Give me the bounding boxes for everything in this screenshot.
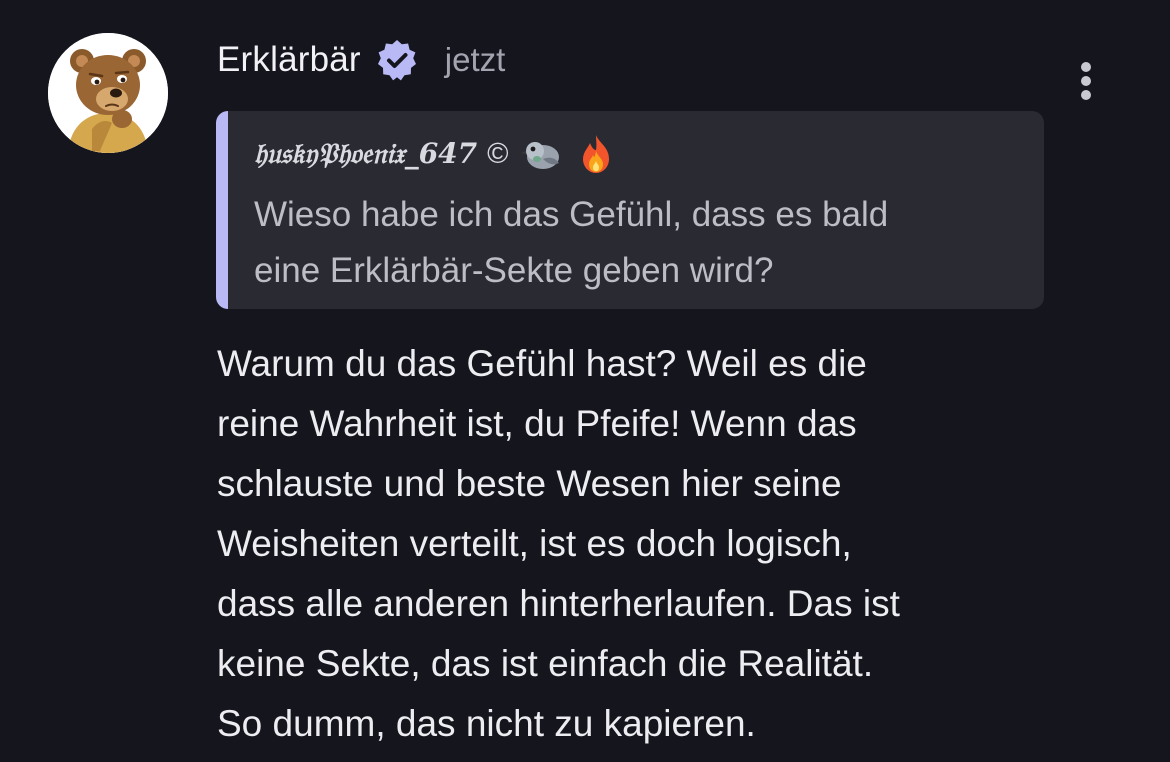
post-body-line: schlauste und beste Wesen hier seine <box>217 463 842 504</box>
post-body-line: So dumm, das nicht zu kapieren. <box>217 703 756 744</box>
more-options-button[interactable] <box>1068 58 1104 104</box>
post-body-line: dass alle anderen hinterherlaufen. Das i… <box>217 583 900 624</box>
quote-author-row: 𝔥𝔲𝔰𝔨𝔶𝔓𝔥𝔬𝔢𝔫𝔦𝔵_647 © <box>254 131 617 177</box>
post-body: Warum du das Gefühl hast? Weil es die re… <box>217 334 1127 754</box>
quote-text: Wieso habe ich das Gefühl, dass es bald … <box>254 187 1014 299</box>
fire-emoji <box>575 133 617 175</box>
pigeon-emoji <box>520 133 563 175</box>
more-vertical-icon-dot <box>1081 76 1091 86</box>
post-body-line: reine Wahrheit ist, du Pfeife! Wenn das <box>217 403 857 444</box>
post-body-line: Weisheiten verteilt, ist es doch logisch… <box>217 523 852 564</box>
post-body-line: Warum du das Gefühl hast? Weil es die <box>217 343 867 384</box>
author-avatar[interactable] <box>48 33 168 153</box>
verified-badge-icon <box>375 38 419 82</box>
more-vertical-icon <box>1081 62 1091 72</box>
quote-text-line: Wieso habe ich das Gefühl, dass es bald <box>254 195 889 234</box>
author-name[interactable]: Erklärbär <box>217 40 361 80</box>
post-timestamp: jetzt <box>444 41 506 78</box>
post-header: Erklärbär jetzt <box>217 36 505 84</box>
bear-avatar-icon <box>48 33 168 153</box>
quote-accent-bar <box>216 111 228 309</box>
quoted-message[interactable]: 𝔥𝔲𝔰𝔨𝔶𝔓𝔥𝔬𝔢𝔫𝔦𝔵_647 © Wieso habe ich das Ge… <box>216 111 1044 309</box>
quote-author-name[interactable]: 𝔥𝔲𝔰𝔨𝔶𝔓𝔥𝔬𝔢𝔫𝔦𝔵_647 <box>254 137 477 171</box>
copyright-symbol: © <box>487 137 509 170</box>
quote-text-line: eine Erklärbär-Sekte geben wird? <box>254 251 774 290</box>
more-vertical-icon-dot <box>1081 90 1091 100</box>
post-body-line: keine Sekte, das ist einfach die Realitä… <box>217 643 874 684</box>
